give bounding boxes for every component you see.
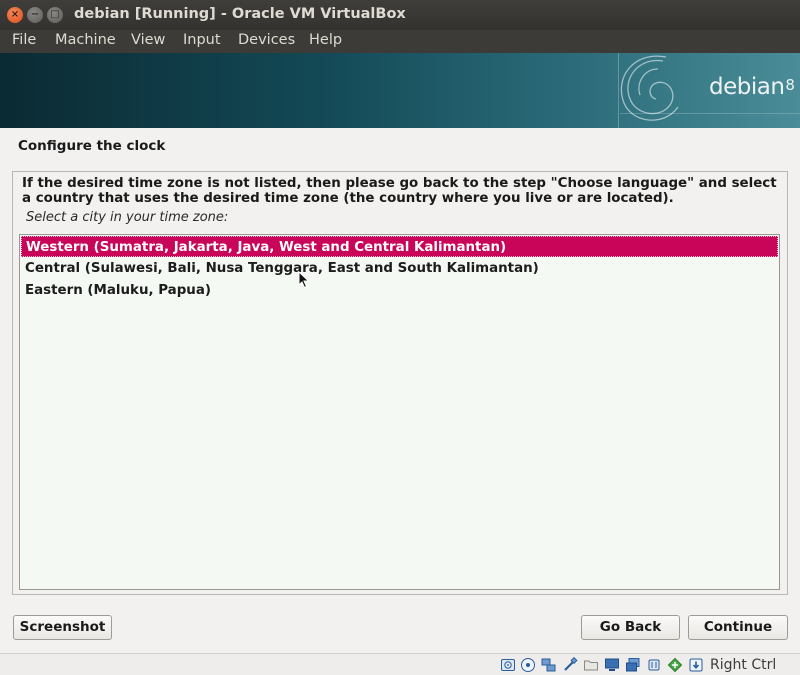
maximize-window-button[interactable]: □: [47, 7, 63, 23]
network-icon[interactable]: [541, 657, 557, 673]
close-window-button[interactable]: ×: [7, 7, 23, 23]
menu-file[interactable]: File: [12, 32, 36, 48]
go-back-button[interactable]: Go Back: [581, 615, 680, 640]
keyboard-capture-icon[interactable]: [688, 657, 704, 673]
timezone-listbox[interactable]: Western (Sumatra, Jakarta, Java, West an…: [19, 234, 780, 590]
screenshot-button[interactable]: Screenshot: [13, 615, 112, 640]
window-titlebar: × − □ debian [Running] - Oracle VM Virtu…: [0, 0, 800, 30]
shared-folders-icon[interactable]: [583, 657, 599, 673]
host-key-label: Right Ctrl: [710, 657, 777, 673]
timezone-option-western[interactable]: Western (Sumatra, Jakarta, Java, West an…: [21, 236, 778, 257]
minimize-window-button[interactable]: −: [27, 7, 43, 23]
continue-button[interactable]: Continue: [688, 615, 788, 640]
step-heading: Configure the clock: [18, 138, 166, 154]
menu-help[interactable]: Help: [309, 32, 342, 48]
debian-swirl-logo-icon: [620, 55, 679, 121]
instruction-text: If the desired time zone is not listed, …: [22, 176, 777, 206]
menu-view[interactable]: View: [131, 32, 165, 48]
menu-machine[interactable]: Machine: [55, 32, 116, 48]
video-capture-icon[interactable]: [625, 657, 641, 673]
cpu-icon[interactable]: [646, 657, 662, 673]
timezone-option-eastern[interactable]: Eastern (Maluku, Papua): [21, 280, 778, 301]
vm-status-bar: Right Ctrl: [0, 653, 800, 675]
debian-logo-text: debian8: [709, 74, 795, 100]
menu-input[interactable]: Input: [183, 32, 221, 48]
timezone-option-central[interactable]: Central (Sulawesi, Bali, Nusa Tenggara, …: [21, 258, 778, 279]
debian-banner: debian8: [0, 53, 800, 128]
display-icon[interactable]: [604, 657, 620, 673]
optical-drive-icon[interactable]: [520, 657, 536, 673]
usb-icon[interactable]: [562, 657, 578, 673]
mouse-cursor-icon: [298, 271, 310, 289]
window-title: debian [Running] - Oracle VM VirtualBox: [74, 6, 406, 22]
menu-devices[interactable]: Devices: [238, 32, 295, 48]
mouse-integration-icon[interactable]: [667, 657, 683, 673]
city-prompt-label: Select a city in your time zone:: [26, 210, 229, 225]
menu-bar: File Machine View Input Devices Help: [0, 30, 800, 53]
hard-disk-icon[interactable]: [500, 657, 516, 673]
